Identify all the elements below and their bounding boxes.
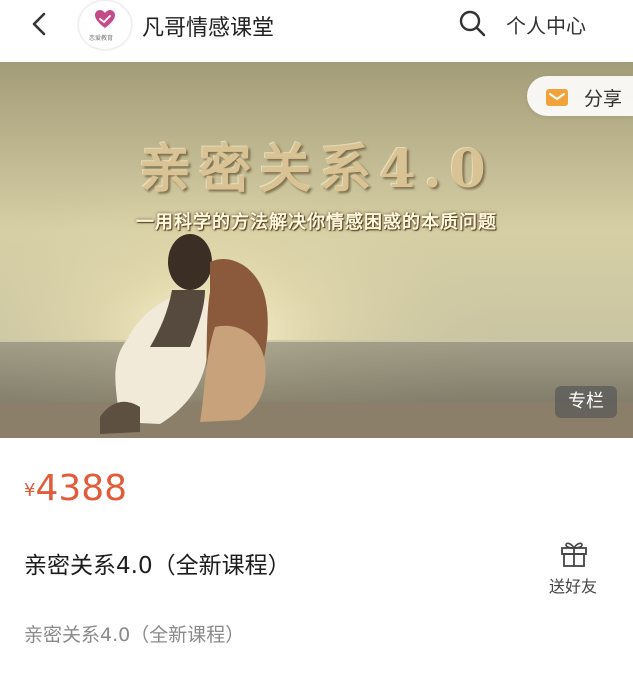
heart-hands-icon — [95, 10, 115, 28]
back-arrow-icon[interactable] — [26, 10, 54, 38]
course-subtitle: 亲密关系4.0（全新课程） — [24, 624, 245, 646]
personal-center-link[interactable]: 个人中心 — [506, 10, 586, 39]
gift-label: 送好友 — [549, 577, 598, 596]
banner-title: 亲密关系4.0 — [139, 139, 494, 200]
search-icon[interactable] — [457, 8, 487, 38]
price: ¥4388 — [24, 468, 127, 509]
gift-icon — [561, 542, 587, 567]
column-tag: 专栏 — [555, 386, 617, 418]
share-button[interactable]: 分享 — [527, 76, 633, 116]
price-value: 4388 — [35, 468, 128, 509]
banner-subtitle: 一用科学的方法解决你情感困惑的本质问题 — [136, 212, 497, 233]
course-title: 亲密关系4.0（全新课程） — [24, 553, 291, 579]
share-label: 分享 — [584, 88, 623, 110]
currency-symbol: ¥ — [24, 480, 36, 501]
top-bar: 恋爱教育 凡哥情感课堂 个人中心 — [0, 0, 633, 60]
shop-name[interactable]: 凡哥情感课堂 — [142, 10, 274, 42]
shop-logo[interactable]: 恋爱教育 — [78, 0, 132, 50]
gift-to-friend-button[interactable]: 送好友 — [536, 537, 616, 597]
course-banner[interactable]: 亲密关系4.0 一用科学的方法解决你情感困惑的本质问题 分享 专栏 — [0, 62, 633, 438]
share-envelope-icon — [546, 89, 568, 106]
banner-image — [0, 62, 633, 438]
logo-text: 恋爱教育 — [89, 35, 114, 42]
